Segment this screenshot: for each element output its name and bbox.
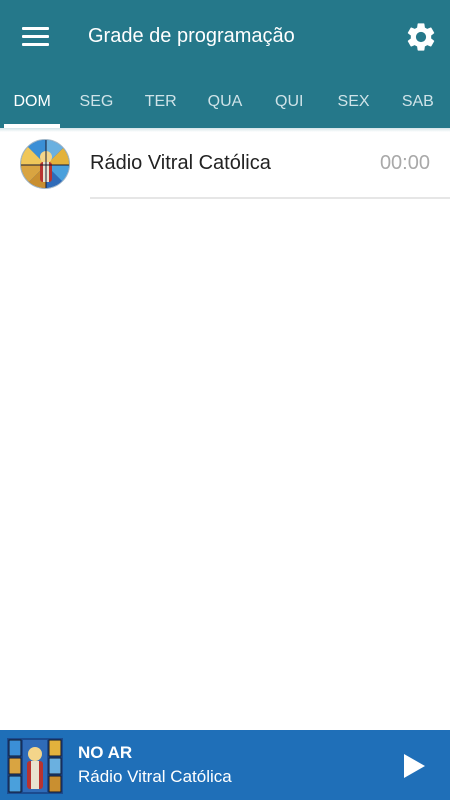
list-item[interactable]: Rádio Vitral Católica 00:00: [0, 132, 450, 199]
hamburger-menu-icon[interactable]: [14, 18, 56, 54]
toolbar: Grade de programação: [0, 0, 450, 72]
tab-sex[interactable]: SEX: [321, 80, 385, 124]
station-name: Rádio Vitral Católica: [78, 767, 232, 786]
program-time: 00:00: [379, 152, 430, 174]
play-icon[interactable]: [398, 750, 430, 782]
tab-sab[interactable]: SAB: [386, 80, 450, 124]
on-air-label: NO AR: [78, 743, 133, 762]
now-playing-bar[interactable]: NO AR Rádio Vitral Católica: [0, 730, 450, 800]
tab-qua[interactable]: QUA: [193, 80, 257, 124]
stained-glass-logo: [7, 738, 63, 794]
gear-icon[interactable]: [402, 18, 440, 56]
program-title: Rádio Vitral Católica: [90, 152, 271, 174]
app-bar: Grade de programação DOM SEG TER QUA QUI…: [0, 0, 450, 128]
divider: [90, 197, 450, 199]
stained-glass-logo: [20, 139, 70, 189]
tab-seg[interactable]: SEG: [64, 80, 128, 124]
tab-dom[interactable]: DOM: [0, 80, 64, 128]
schedule-list: Rádio Vitral Católica 00:00: [0, 132, 450, 199]
tab-ter[interactable]: TER: [129, 80, 193, 124]
day-tabs: DOM SEG TER QUA QUI SEX SAB: [0, 80, 450, 128]
page-title: Grade de programação: [88, 25, 295, 47]
tab-qui[interactable]: QUI: [257, 80, 321, 124]
